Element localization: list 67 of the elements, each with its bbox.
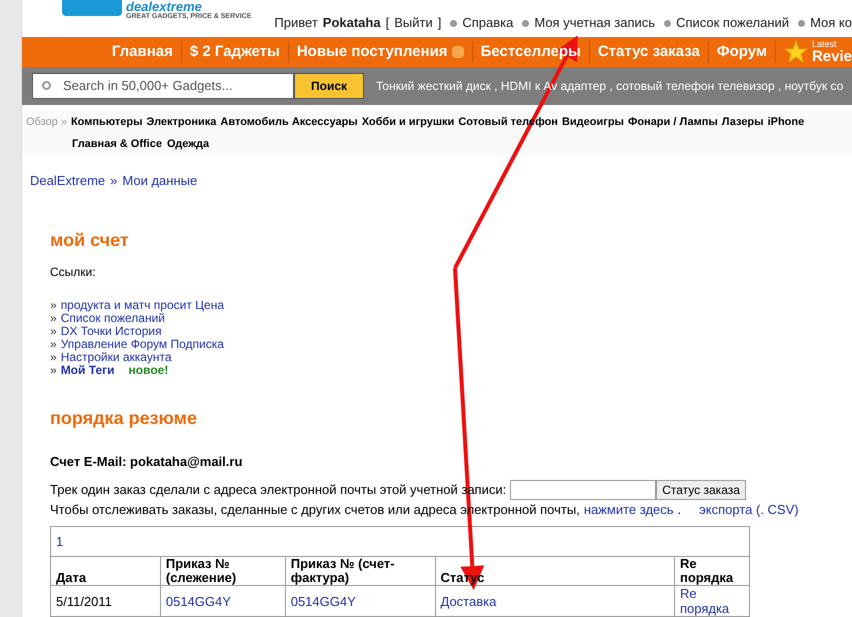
bullet-icon — [450, 20, 458, 27]
column-header: Приказ № (счет-фактура) — [285, 556, 435, 586]
category-link[interactable]: Хобби и игрушки — [362, 110, 454, 132]
link-marker: » — [50, 325, 57, 338]
search-icon — [42, 80, 51, 90]
account-link[interactable]: Список пожеланий — [60, 312, 165, 325]
reviews-label: Latest — [812, 40, 838, 49]
bracket-text: ] — [438, 14, 442, 32]
new-label: новое! — [128, 364, 168, 377]
browse-label: Обзор » — [26, 114, 67, 130]
category-link[interactable]: Компьютеры — [70, 110, 143, 132]
category-link[interactable]: Главная & Office — [72, 132, 162, 154]
column-header: Дата — [50, 556, 160, 586]
breadcrumb-link[interactable]: Мои данные — [122, 170, 198, 190]
category-link[interactable]: Электроника — [146, 110, 216, 132]
logo-text: dealextreme — [126, 0, 202, 13]
click-here-link[interactable]: нажмите здесь — [584, 500, 674, 519]
email-text: Счет E-Mail: pokataha@mail.ru — [50, 453, 244, 471]
account-link[interactable]: Настройки аккаунта — [60, 351, 172, 364]
category-link[interactable]: iPhone — [768, 110, 804, 132]
link-marker: » — [50, 351, 57, 364]
export-link[interactable]: экспорта (. CSV) — [699, 500, 799, 519]
column-header: Приказ № (слежение) — [160, 556, 286, 586]
table-cell: 5/11/2011 — [50, 586, 160, 616]
table-link[interactable]: Re порядка — [674, 586, 750, 616]
star-icon — [784, 40, 808, 64]
logo-mark-icon — [62, 0, 122, 16]
page-link[interactable]: 1 — [50, 526, 750, 556]
account-link[interactable]: DX Точки История — [60, 325, 162, 338]
category-link[interactable]: Одежда — [166, 132, 210, 154]
bullet-icon — [522, 20, 530, 27]
column-header: Re порядка — [674, 556, 750, 586]
bullet-icon — [798, 20, 806, 27]
search-button[interactable]: Поиск — [294, 72, 364, 99]
category-link[interactable]: Лазеры — [722, 110, 764, 132]
account-link[interactable]: Мой Теги — [60, 364, 115, 377]
category-link[interactable]: Автомобиль Аксессуары — [220, 110, 358, 132]
greeting-text: Привет — [274, 14, 318, 32]
user-link[interactable]: Моя учетная запись — [534, 13, 656, 33]
bullet-icon — [664, 20, 672, 27]
bracket-text: [ — [386, 14, 390, 32]
section-title: порядка резюме — [50, 407, 198, 430]
search-field[interactable]: Search in 50,000+ Gadgets... — [32, 72, 294, 99]
table-link[interactable]: Доставка — [435, 586, 674, 616]
link-marker: » — [50, 299, 57, 312]
link-marker: » — [50, 338, 57, 351]
link-marker: » — [50, 364, 57, 377]
breadcrumb-link[interactable]: DealExtreme — [30, 170, 106, 190]
account-link[interactable]: Управление Форум Подписка — [60, 338, 224, 351]
table-link[interactable]: 0514GG4Y — [160, 586, 286, 616]
order-input[interactable] — [510, 480, 656, 500]
period-text: . — [678, 500, 682, 518]
category-link[interactable]: Фонари / Лампы — [628, 110, 718, 132]
rss-icon — [452, 46, 464, 58]
account-link[interactable]: продукта и матч просит Цена — [60, 299, 224, 312]
order-status-button[interactable]: Статус заказа — [656, 480, 746, 500]
logout-link[interactable]: Выйти — [394, 13, 433, 33]
user-link[interactable]: Моя ко — [810, 13, 852, 33]
table-link[interactable]: 0514GG4Y — [285, 586, 435, 616]
category-link[interactable]: Видеоигры — [562, 110, 624, 132]
breadcrumb-separator: » — [110, 172, 118, 190]
user-link[interactable]: Список пожеланий — [676, 13, 790, 33]
section-title: мой счет — [50, 229, 130, 252]
link-marker: » — [50, 312, 57, 325]
username: Pokataha — [322, 14, 381, 32]
links-label: Ссылки: — [50, 264, 97, 281]
user-link[interactable]: Справка — [462, 13, 514, 33]
